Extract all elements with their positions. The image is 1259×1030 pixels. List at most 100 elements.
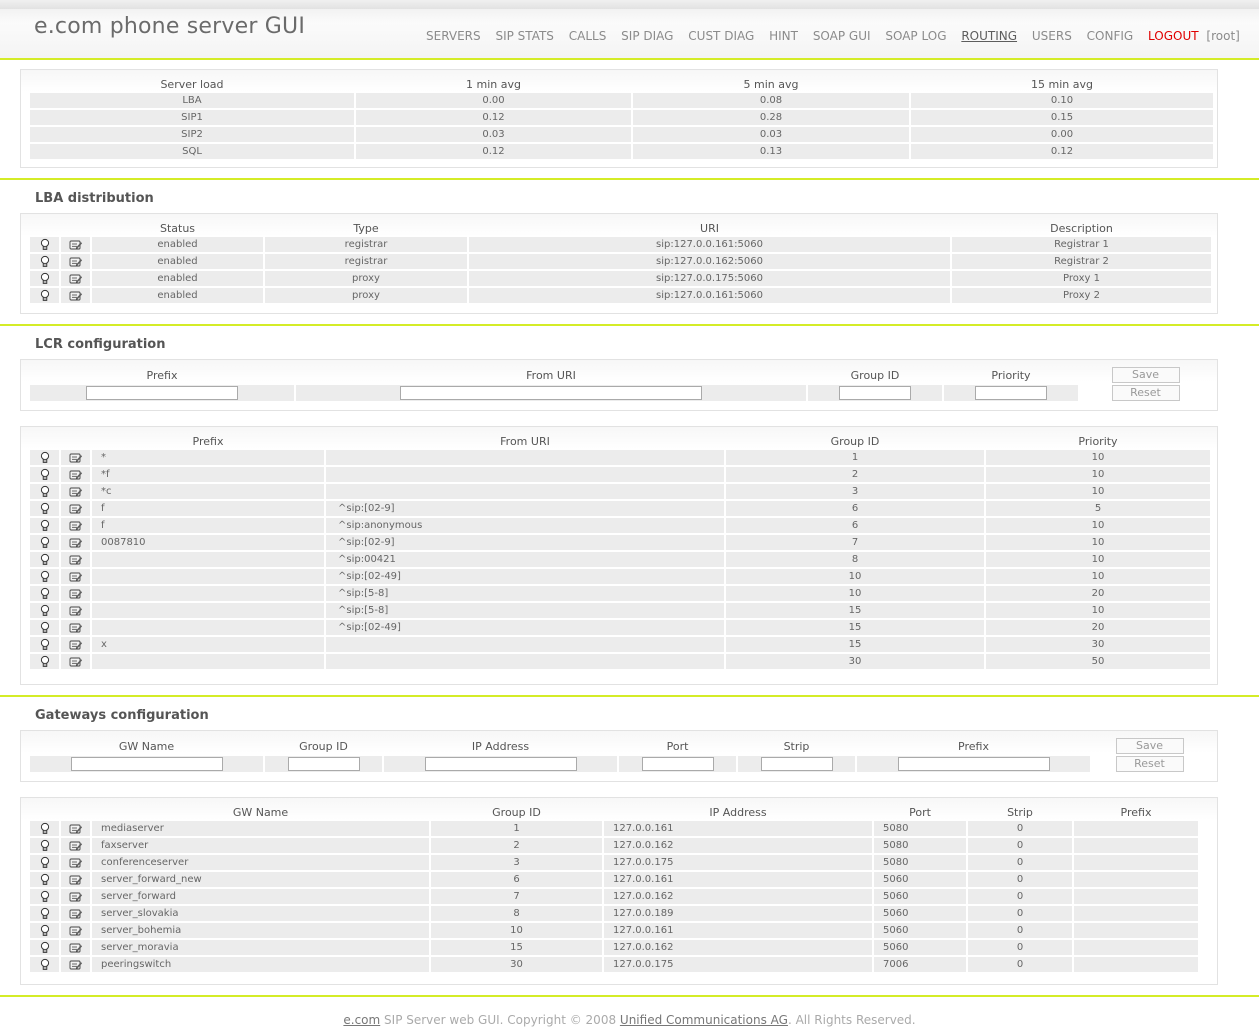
nav-soap-gui[interactable]: SOAP GUI	[813, 29, 871, 43]
lightbulb-icon[interactable]	[39, 941, 51, 954]
nav-calls[interactable]: CALLS	[569, 29, 607, 43]
lcr-group-id-input[interactable]	[839, 386, 911, 400]
status-toggle-cell[interactable]	[30, 603, 59, 618]
edit-icon[interactable]	[69, 256, 83, 268]
status-toggle-cell[interactable]	[30, 637, 59, 652]
lcr-from-uri-input[interactable]	[400, 386, 702, 400]
edit-cell[interactable]	[61, 484, 90, 499]
status-toggle-cell[interactable]	[30, 855, 59, 870]
gw-reset-button[interactable]: Reset	[1115, 756, 1184, 772]
status-toggle-cell[interactable]	[30, 838, 59, 853]
lightbulb-icon[interactable]	[39, 924, 51, 937]
status-toggle-cell[interactable]	[30, 535, 59, 550]
edit-cell[interactable]	[61, 637, 90, 652]
status-toggle-cell[interactable]	[30, 906, 59, 921]
status-toggle-cell[interactable]	[30, 501, 59, 516]
edit-cell[interactable]	[61, 569, 90, 584]
lightbulb-icon[interactable]	[39, 255, 51, 268]
edit-cell[interactable]	[61, 501, 90, 516]
edit-icon[interactable]	[69, 942, 83, 954]
nav-config[interactable]: CONFIG	[1087, 29, 1134, 43]
status-toggle-cell[interactable]	[30, 484, 59, 499]
status-toggle-cell[interactable]	[30, 620, 59, 635]
edit-cell[interactable]	[61, 923, 90, 938]
status-toggle-cell[interactable]	[30, 271, 59, 286]
edit-icon[interactable]	[69, 469, 83, 481]
edit-icon[interactable]	[69, 554, 83, 566]
status-toggle-cell[interactable]	[30, 923, 59, 938]
edit-cell[interactable]	[61, 535, 90, 550]
edit-cell[interactable]	[61, 838, 90, 853]
lightbulb-icon[interactable]	[39, 907, 51, 920]
gw-name-input[interactable]	[70, 757, 223, 771]
edit-cell[interactable]	[61, 518, 90, 533]
edit-icon[interactable]	[69, 486, 83, 498]
gw-strip-input[interactable]	[760, 757, 833, 771]
edit-cell[interactable]	[61, 620, 90, 635]
lightbulb-icon[interactable]	[39, 536, 51, 549]
edit-icon[interactable]	[69, 273, 83, 285]
lightbulb-icon[interactable]	[39, 839, 51, 852]
edit-cell[interactable]	[61, 603, 90, 618]
footer-brand-link[interactable]: e.com	[343, 1013, 380, 1027]
edit-icon[interactable]	[69, 537, 83, 549]
edit-cell[interactable]	[61, 957, 90, 972]
nav-hint[interactable]: HINT	[769, 29, 798, 43]
edit-icon[interactable]	[69, 925, 83, 937]
edit-cell[interactable]	[61, 254, 90, 269]
status-toggle-cell[interactable]	[30, 288, 59, 303]
lightbulb-icon[interactable]	[39, 468, 51, 481]
lightbulb-icon[interactable]	[39, 638, 51, 651]
gw-ip-input[interactable]	[424, 757, 577, 771]
edit-icon[interactable]	[69, 503, 83, 515]
lightbulb-icon[interactable]	[39, 519, 51, 532]
edit-icon[interactable]	[69, 588, 83, 600]
lightbulb-icon[interactable]	[39, 890, 51, 903]
lcr-prefix-input[interactable]	[86, 386, 238, 400]
edit-cell[interactable]	[61, 552, 90, 567]
edit-icon[interactable]	[69, 908, 83, 920]
status-toggle-cell[interactable]	[30, 586, 59, 601]
edit-icon[interactable]	[69, 656, 83, 668]
edit-icon[interactable]	[69, 959, 83, 971]
gw-group-id-input[interactable]	[287, 757, 360, 771]
lightbulb-icon[interactable]	[39, 238, 51, 251]
lightbulb-icon[interactable]	[39, 621, 51, 634]
status-toggle-cell[interactable]	[30, 569, 59, 584]
footer-company-link[interactable]: Unified Communications AG	[620, 1013, 788, 1027]
edit-cell[interactable]	[61, 872, 90, 887]
nav-sip-diag[interactable]: SIP DIAG	[621, 29, 673, 43]
gw-port-input[interactable]	[641, 757, 714, 771]
edit-cell[interactable]	[61, 855, 90, 870]
edit-cell[interactable]	[61, 237, 90, 252]
lightbulb-icon[interactable]	[39, 856, 51, 869]
edit-cell[interactable]	[61, 821, 90, 836]
edit-cell[interactable]	[61, 654, 90, 669]
lightbulb-icon[interactable]	[39, 272, 51, 285]
gw-prefix-input[interactable]	[897, 757, 1050, 771]
edit-cell[interactable]	[61, 450, 90, 465]
lightbulb-icon[interactable]	[39, 485, 51, 498]
edit-cell[interactable]	[61, 906, 90, 921]
lightbulb-icon[interactable]	[39, 289, 51, 302]
edit-icon[interactable]	[69, 622, 83, 634]
edit-icon[interactable]	[69, 857, 83, 869]
edit-icon[interactable]	[69, 520, 83, 532]
edit-cell[interactable]	[61, 940, 90, 955]
status-toggle-cell[interactable]	[30, 821, 59, 836]
status-toggle-cell[interactable]	[30, 518, 59, 533]
lightbulb-icon[interactable]	[39, 655, 51, 668]
lightbulb-icon[interactable]	[39, 604, 51, 617]
edit-cell[interactable]	[61, 467, 90, 482]
status-toggle-cell[interactable]	[30, 254, 59, 269]
lightbulb-icon[interactable]	[39, 958, 51, 971]
status-toggle-cell[interactable]	[30, 872, 59, 887]
lightbulb-icon[interactable]	[39, 873, 51, 886]
nav-cust-diag[interactable]: CUST DIAG	[688, 29, 754, 43]
edit-cell[interactable]	[61, 271, 90, 286]
gw-save-button[interactable]: Save	[1115, 738, 1184, 754]
edit-icon[interactable]	[69, 452, 83, 464]
edit-icon[interactable]	[69, 639, 83, 651]
status-toggle-cell[interactable]	[30, 940, 59, 955]
lcr-reset-button[interactable]: Reset	[1111, 385, 1180, 401]
